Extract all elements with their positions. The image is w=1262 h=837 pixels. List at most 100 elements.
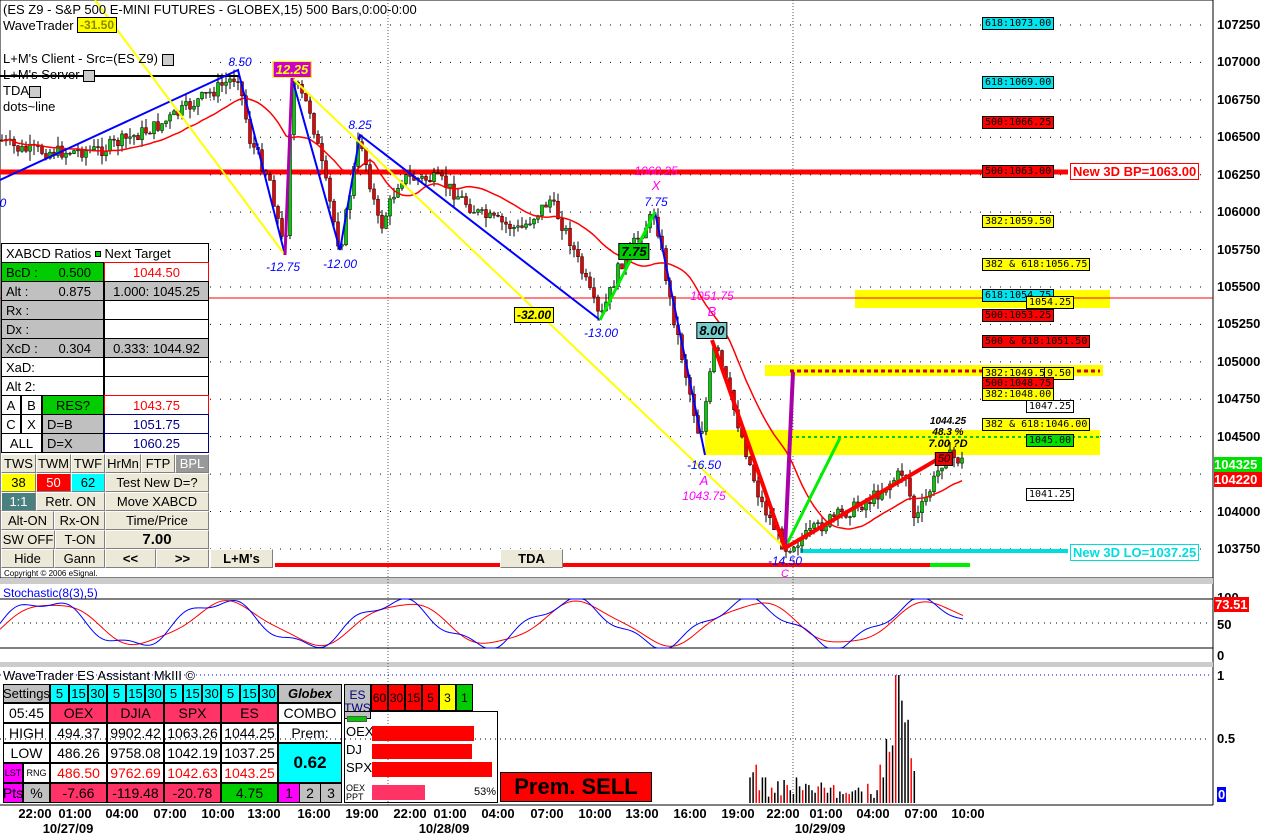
last-price-badge: 104325 [1214,457,1262,472]
res-button[interactable]: RES? [42,395,104,415]
move-xabcd-button[interactable]: Move XABCD [105,492,209,511]
time-axis-tick: 22:00 [766,806,800,821]
swing-label: 7.75 [644,195,668,209]
timeframe-button[interactable]: 15 [126,684,145,703]
lock-icon[interactable] [29,85,41,98]
twm-button[interactable]: TWM [36,454,71,473]
candle [476,209,480,213]
page-button[interactable]: 2 [299,783,321,803]
last-value: 1043.25 [221,763,278,783]
timeframe-button[interactable]: 15 [240,684,259,703]
test-new-d-button[interactable]: Test New D=? [105,473,209,492]
time-axis-tick: 10:00 [578,806,612,821]
ratio-1-1-button[interactable]: 1:1 [1,492,36,511]
timeframe-button[interactable]: 5 [164,684,183,703]
timeframe-button[interactable]: 30 [145,684,164,703]
candle [72,150,76,154]
sw-off-button[interactable]: SW OFF [1,530,55,549]
t-on-button[interactable]: T-ON [55,530,105,549]
x-price-label: 1060.25 [634,164,678,178]
candle [20,146,24,152]
c-toggle[interactable]: C [1,414,21,434]
candle [552,199,556,202]
ratio-row-label: BcD : 0.500 [1,262,104,282]
d-pct-label: 48.3 % [932,427,964,438]
low-value: 486.26 [50,743,107,763]
level-38-button[interactable]: 38 [1,473,36,492]
level-62-button[interactable]: 62 [71,473,105,492]
all-toggle[interactable]: ALL [1,433,42,453]
combo-label: COMBO [278,703,342,723]
next-target-value [104,376,209,396]
candle [196,98,200,107]
fib-level-label: 500:1066.25 [982,116,1055,129]
candle [568,227,572,246]
time-axis-tick: 07:00 [530,806,564,821]
hide-button[interactable]: Hide [1,549,54,568]
lm-button[interactable]: L+M's [210,549,273,568]
candle [140,127,144,140]
d-label: 7.00 ?D [928,438,968,450]
candle [916,512,920,518]
bpl-button[interactable]: BPL [175,454,209,473]
gann-button[interactable]: Gann [54,549,105,568]
candle [132,135,136,138]
page-button[interactable]: 1 [278,783,300,803]
timeframe-button[interactable]: 5 [50,684,69,703]
candle [768,514,772,519]
swing-box: -32.00 [513,307,555,323]
fib-level-label: 1045.00 [1026,434,1075,447]
timeframe-button[interactable]: 15 [183,684,202,703]
candle [76,149,80,152]
page-button[interactable]: 3 [320,783,342,803]
candle [108,138,112,152]
time-price-value[interactable]: 7.00 [105,530,209,549]
twf-button[interactable]: TWF [71,454,105,473]
tws-button[interactable]: TWS [1,454,36,473]
hrmn-button[interactable]: HrMn [105,454,141,473]
time-price-button[interactable]: Time/Price [105,511,209,530]
swing-label: -14.50 [767,554,803,568]
rx-on-button[interactable]: Rx-ON [54,511,105,530]
b-toggle[interactable]: B [21,395,42,415]
alt-on-button[interactable]: Alt-ON [1,511,54,530]
timeframe-button[interactable]: 30 [259,684,278,703]
candle [580,256,584,274]
ppt-percent: 53% [474,786,497,798]
retr-on-button[interactable]: Retr. ON [36,492,105,511]
candle [268,174,272,181]
a-toggle[interactable]: A [1,395,21,415]
dots-line-label: dots~line [3,99,56,114]
candle [528,223,532,226]
premium-bar [372,762,493,777]
points-value: -7.66 [50,783,107,803]
x-toggle[interactable]: X [21,414,42,434]
timeframe-button[interactable]: 15 [69,684,88,703]
price-axis-tick: 105250 [1217,316,1261,332]
previous-button[interactable]: << [105,549,156,568]
candle [592,287,596,298]
pane-splitter [0,662,1213,667]
timeframe-button[interactable]: 5 [107,684,126,703]
candle [80,149,84,158]
tda-button[interactable]: TDA [500,549,563,568]
lock-icon[interactable] [83,69,96,82]
timeframe-button[interactable]: 30 [88,684,107,703]
candle [764,501,768,516]
settings-button[interactable]: Settings [3,684,50,703]
volume-axis-0: 0 [1217,787,1227,802]
price-axis-tick: 105750 [1217,241,1261,257]
ftp-button[interactable]: FTP [141,454,175,473]
candle [704,401,708,432]
candle [228,78,232,83]
lock-icon[interactable] [161,53,174,66]
level-50-button[interactable]: 50 [36,473,71,492]
server-label: L+M's Server [3,67,96,82]
next-button[interactable]: >> [156,549,209,568]
candle [128,136,132,139]
time-axis-tick: 01:00 [433,806,467,821]
timeframe-button[interactable]: 30 [202,684,221,703]
candle [436,172,440,174]
timeframe-button[interactable]: 5 [221,684,240,703]
candle [576,249,580,257]
